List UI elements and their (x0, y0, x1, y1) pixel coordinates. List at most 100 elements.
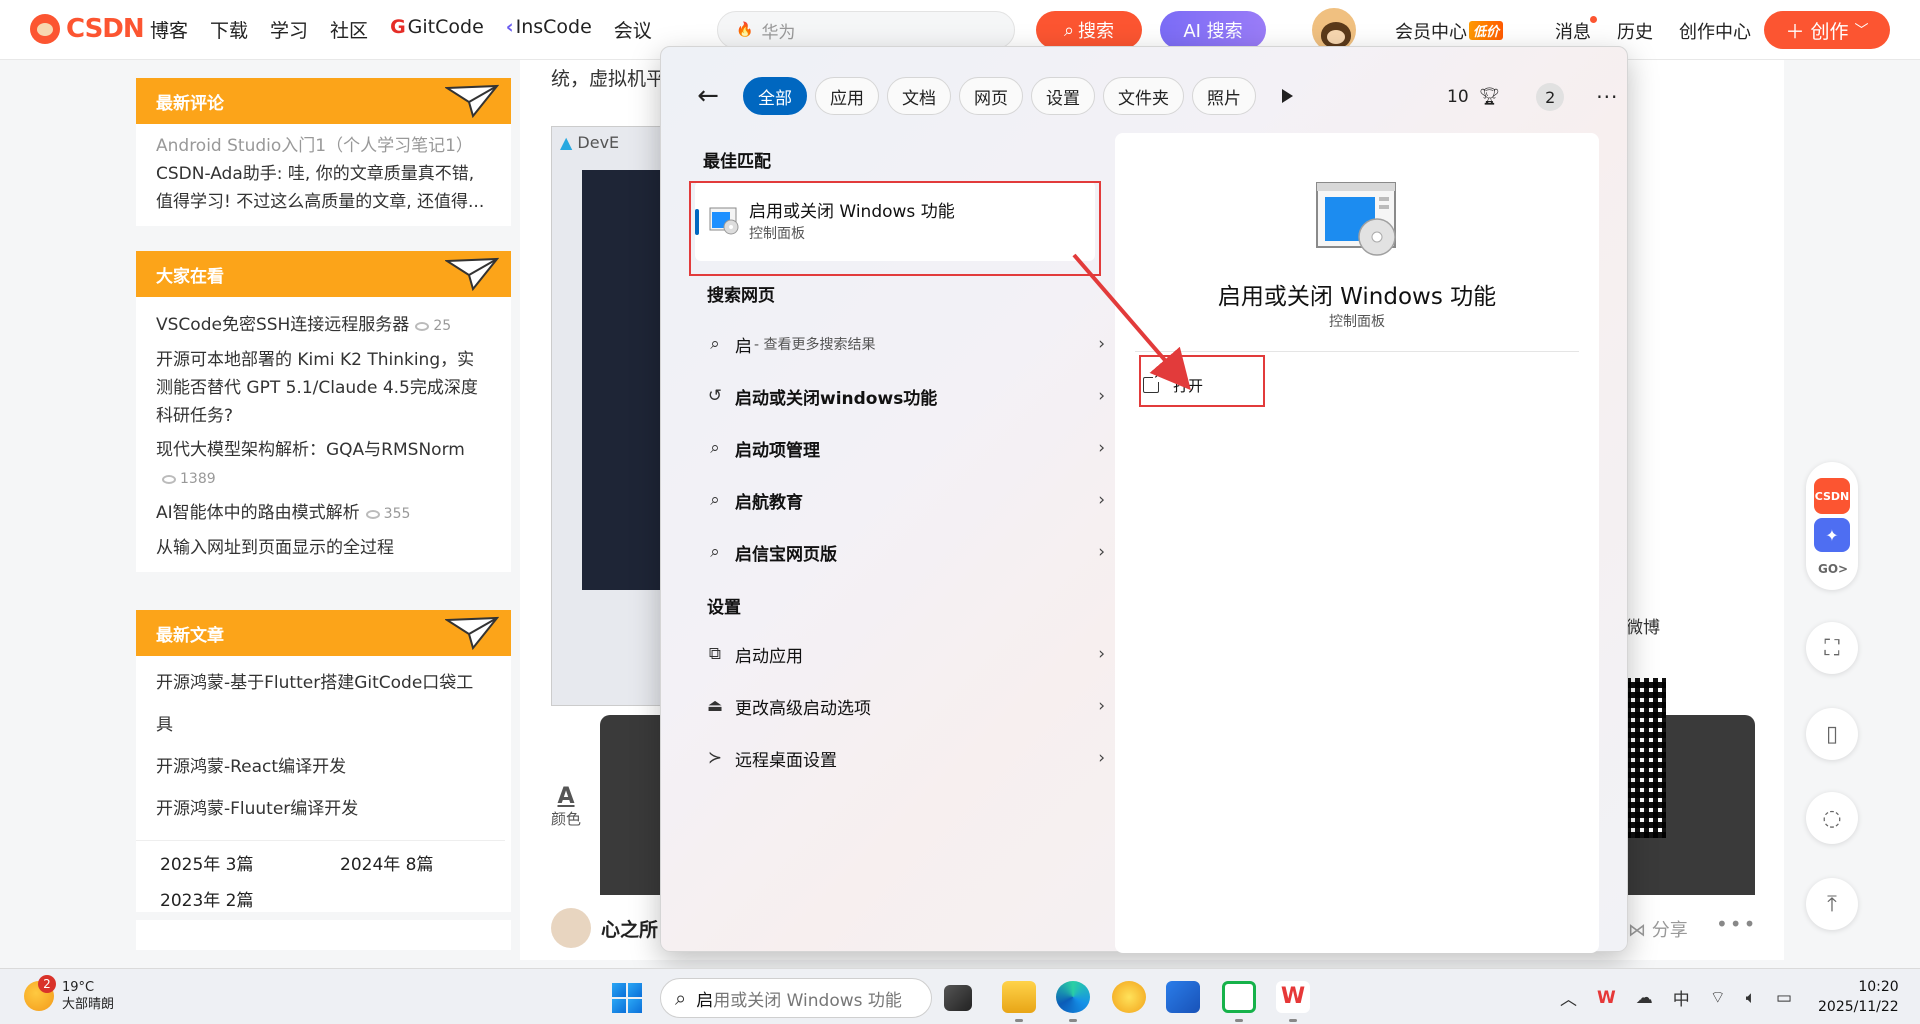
weather-text: 19°C 大部晴朗 (62, 979, 114, 1013)
list-item-title: 现代大模型架构解析：GQA与RMSNorm (156, 440, 465, 460)
list-item[interactable]: 从输入网址到页面显示的全过程 (156, 534, 491, 562)
csdn-logo[interactable]: CSDN (30, 14, 145, 44)
fullscreen-icon[interactable]: ⛶ (1806, 622, 1858, 674)
nav-learn[interactable]: 学习 (270, 16, 308, 43)
watching-list: VSCode免密SSH连接远程服务器 25 开源可本地部署的 Kimi K2 Th… (136, 297, 511, 572)
list-item-title: AI智能体中的路由模式解析 (156, 503, 360, 523)
eye-icon (415, 321, 430, 331)
nav-gitcode-label: GitCode (407, 16, 484, 38)
onedrive-cloud-icon[interactable]: ☁ (1636, 988, 1653, 1008)
csdn-search-input[interactable]: 🔥 华为 (717, 11, 1015, 49)
creator-center-link[interactable]: 创作中心 (1679, 18, 1751, 44)
ime-indicator[interactable]: 中 (1673, 985, 1690, 1010)
eye-icon (365, 509, 380, 519)
list-item[interactable]: 开源鸿蒙-基于Flutter搭建GitCode口袋工具 (156, 662, 485, 746)
list-item[interactable]: 现代大模型架构解析：GQA与RMSNorm 1389 (156, 436, 491, 493)
messages-label: 消息 (1555, 22, 1592, 43)
running-indicator (1289, 1019, 1297, 1022)
view-count: 25 (415, 318, 451, 334)
view-count-value: 355 (383, 506, 411, 522)
sidebar-next-card (136, 920, 511, 950)
ai-bot-icon[interactable]: ✦ (1814, 518, 1850, 552)
nav-inscode[interactable]: ‹ InsCode (506, 16, 592, 43)
nav-meeting[interactable]: 会议 (614, 16, 652, 43)
eye-icon (162, 474, 176, 484)
nav-gitcode[interactable]: G GitCode (390, 16, 484, 43)
edge-browser-icon[interactable] (1056, 981, 1090, 1013)
ai-search-button[interactable]: AI 搜索 (1160, 11, 1266, 49)
wps-office-icon[interactable]: W (1276, 981, 1310, 1013)
author-name[interactable]: 心之所 (601, 915, 658, 942)
author-row: 心之所 (551, 908, 658, 948)
list-item[interactable]: AI智能体中的路由模式解析 355 (156, 499, 491, 528)
comment-item[interactable]: CSDN-Ada助手: 哇, 你的文章质量真不错, 值得学习! 不过这么高质量的… (156, 160, 491, 216)
nav-blog[interactable]: 博客 (150, 16, 188, 43)
file-explorer-icon[interactable] (1002, 981, 1036, 1013)
comment-item[interactable]: Android Studio入门1（个人学习笔记1） (156, 132, 491, 160)
battery-icon[interactable]: ▭ (1776, 988, 1792, 1008)
deveco-label: ▲ DevE (560, 133, 619, 152)
clock-date: 2025/11/22 (1818, 999, 1899, 1015)
mobile-view-icon[interactable]: ▯ (1806, 708, 1858, 760)
top-nav: 博客 下载 学习 社区 G GitCode ‹ InsCode 会议 (150, 16, 674, 43)
paper-plane-icon (445, 84, 499, 118)
search-icon: ⌕ (675, 986, 687, 1010)
microsoft-store-icon[interactable] (1166, 981, 1200, 1013)
paper-plane-icon (445, 616, 499, 650)
watching-header: 大家在看 (136, 251, 511, 297)
app-yellow-icon[interactable] (1112, 981, 1146, 1013)
archive-item[interactable]: 2025年 3篇 (160, 847, 340, 883)
vip-center-link[interactable]: 会员中心 低价 (1395, 18, 1529, 44)
create-button[interactable]: ＋ 创作 ﹀ (1764, 11, 1890, 49)
wps-tray-icon[interactable]: W (1597, 988, 1616, 1008)
create-button-label: 创作 (1810, 20, 1849, 43)
windows-search-panel: ← 全部 应用 文档 网页 设置 文件夹 照片 10 🏆︎ 2 ··· 最佳匹配… (660, 46, 1628, 953)
go-link[interactable]: GO> (1818, 562, 1848, 576)
vip-discount-badge: 低价 (1469, 21, 1504, 40)
nav-community[interactable]: 社区 (330, 16, 368, 43)
back-to-top-icon[interactable]: ⤒ (1806, 878, 1858, 930)
archive-item[interactable]: 2023年 2篇 (160, 883, 340, 919)
chevron-down-icon: ﹀ (1854, 23, 1869, 39)
history-link[interactable]: 历史 (1617, 18, 1653, 44)
weather-widget[interactable]: 2 19°C 大部晴朗 (24, 975, 114, 1013)
search-button[interactable]: ⌕ 搜索 (1036, 11, 1142, 49)
vip-center-label: 会员中心 (1395, 22, 1467, 43)
windows-start-icon[interactable] (612, 983, 642, 1013)
show-hidden-icons-chevron-up-icon[interactable]: ︿ (1560, 985, 1577, 1010)
list-item[interactable]: 开源可本地部署的 Kimi K2 Thinking，实测能否替代 GPT 5.1… (156, 346, 491, 430)
list-item[interactable]: 开源鸿蒙-React编译开发 (156, 746, 485, 788)
chat-icon[interactable]: ◌ (1806, 792, 1858, 844)
deveco-logo-icon: ▲ (560, 133, 573, 152)
archive-item[interactable]: 2024年 8篇 (340, 847, 520, 883)
taskbar-clock[interactable]: 10:20 2025/11/22 (1818, 977, 1899, 1017)
autocomplete-suggestion: 用或关闭 Windows 功能 (713, 990, 902, 1011)
weather-desc: 大部晴朗 (62, 997, 115, 1012)
task-view-icon[interactable] (944, 985, 972, 1011)
taskbar-search-input[interactable]: ⌕ 启用或关闭 Windows 功能 (660, 978, 932, 1018)
share-label: 分享 (1651, 920, 1688, 941)
list-item[interactable]: VSCode免密SSH连接远程服务器 25 (156, 311, 491, 340)
latest-comments-title: 最新评论 (156, 93, 224, 114)
deveco-label-text: DevE (577, 133, 620, 152)
latest-comments-list: Android Studio入门1（个人学习笔记1） CSDN-Ada助手: 哇… (136, 124, 511, 226)
volume-icon[interactable]: 🔈︎ (1746, 988, 1756, 1008)
csdn-monkey-icon (30, 14, 60, 44)
color-tool[interactable]: A 颜色 (551, 786, 581, 830)
article-image-dark-area (582, 170, 662, 590)
nav-download[interactable]: 下载 (210, 16, 248, 43)
latest-articles-title: 最新文章 (156, 625, 224, 646)
wifi-icon[interactable]: ⌔ (1710, 987, 1726, 1008)
csdn-assistant-button[interactable]: CSDN (1814, 478, 1850, 514)
weather-sun-icon: 2 (24, 975, 56, 1011)
taskbar-search-text: 启用或关闭 Windows 功能 (696, 986, 902, 1011)
more-options-icon[interactable]: ••• (1716, 912, 1757, 936)
list-item[interactable]: 开源鸿蒙-Fluuter编译开发 (156, 788, 485, 830)
messages-link[interactable]: 消息 (1555, 16, 1598, 44)
watching-card: 大家在看 VSCode免密SSH连接远程服务器 25 开源可本地部署的 Kimi … (136, 251, 511, 572)
nav-inscode-label: InsCode (515, 16, 592, 38)
author-avatar[interactable] (551, 908, 591, 948)
share-button[interactable]: ⋈ 分享 (1628, 916, 1688, 942)
weibo-share-label[interactable]: 微博 (1626, 613, 1660, 638)
chat-app-icon[interactable] (1222, 981, 1256, 1013)
